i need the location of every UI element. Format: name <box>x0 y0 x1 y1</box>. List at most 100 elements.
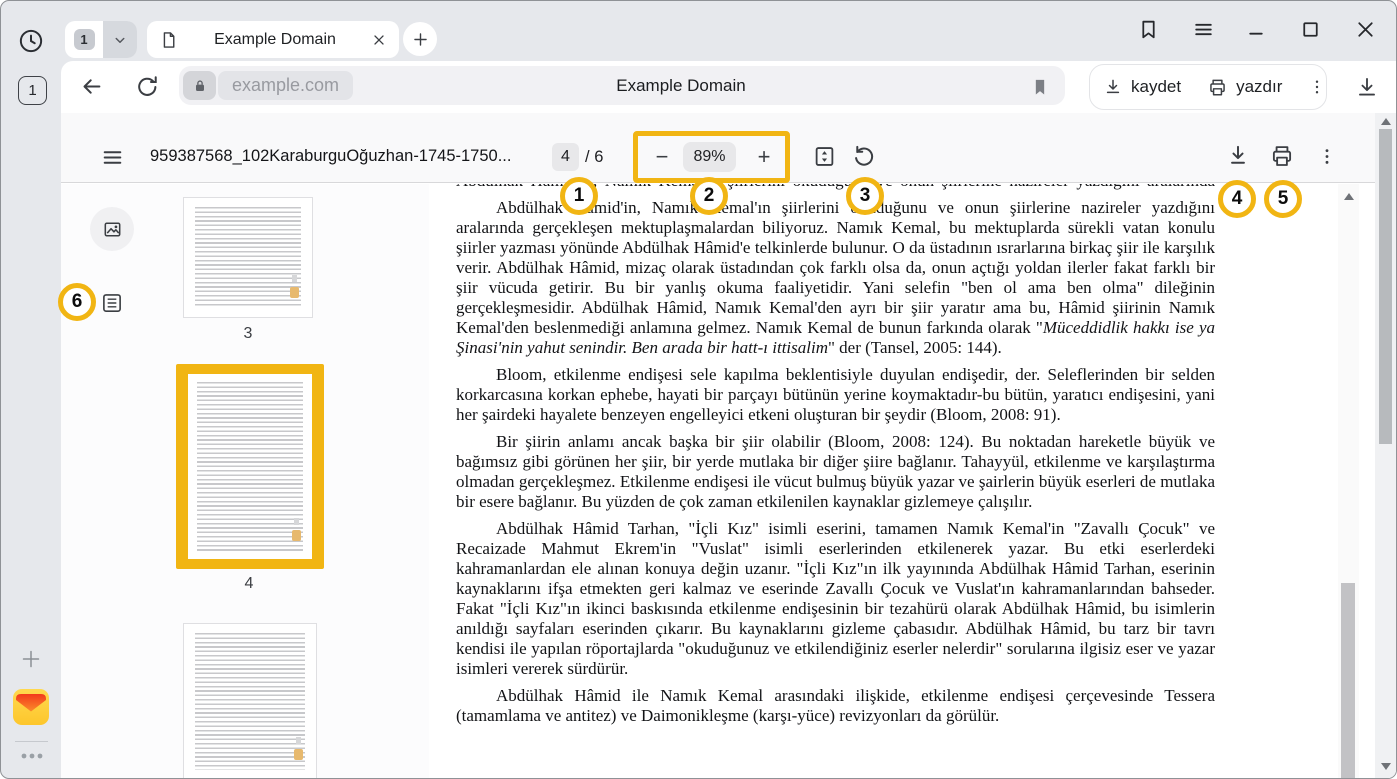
minus-icon: − <box>656 144 669 170</box>
more-actions-button[interactable] <box>1295 65 1339 109</box>
rail-divider <box>15 741 48 742</box>
picture-icon <box>101 218 124 241</box>
reload-button[interactable] <box>134 73 161 100</box>
list-icon <box>99 290 125 316</box>
hamburger-icon <box>1191 17 1217 42</box>
close-icon <box>1353 17 1379 42</box>
thumbnail-content <box>195 207 301 308</box>
annotation-badge-5: 5 <box>1264 180 1302 218</box>
thumbnail-page-5[interactable] <box>183 623 317 779</box>
page-count: / 6 <box>585 148 603 167</box>
arrow-left-icon <box>78 73 105 100</box>
reload-icon <box>134 73 161 100</box>
close-window-button[interactable] <box>1353 17 1379 43</box>
history-button[interactable] <box>17 27 45 55</box>
plus-icon <box>411 30 430 49</box>
pdf-sidebar-toggle-button[interactable] <box>100 145 125 170</box>
download-icon <box>1103 77 1123 97</box>
mail-app-button[interactable] <box>13 689 49 725</box>
thumbnail-content <box>188 374 312 559</box>
zoom-in-button[interactable]: + <box>751 144 777 170</box>
side-panels-button[interactable] <box>1136 17 1162 43</box>
bookmark-filled-icon <box>1030 77 1050 97</box>
download-icon <box>1225 142 1251 169</box>
printer-icon <box>1207 77 1228 98</box>
browser-scrollbar-thumb[interactable] <box>1379 129 1392 444</box>
downloads-button[interactable] <box>1354 74 1380 100</box>
hamburger-icon <box>100 145 125 170</box>
kebab-menu-icon <box>1308 77 1326 97</box>
outline-list-button[interactable] <box>99 290 125 316</box>
thumbnail-content <box>195 633 305 770</box>
tab-group-count[interactable]: 1 <box>65 21 103 58</box>
zoom-level[interactable]: 89% <box>683 142 736 172</box>
paragraph: Bloom, etkilenme endişesi sele kapılma b… <box>456 365 1215 425</box>
thumbnail-label-3: 3 <box>228 325 268 343</box>
annotation-badge-1: 1 <box>560 177 598 215</box>
printer-icon <box>1269 143 1295 169</box>
tab-close-icon[interactable] <box>371 32 387 48</box>
pdf-print-button[interactable] <box>1269 143 1295 169</box>
page-actions-toolbar: kaydet yazdır <box>1089 64 1327 110</box>
tab-group-pill[interactable]: 1 <box>65 21 137 58</box>
paragraph: Abdülhak Hâmid Tarhan, "İçli Kız" isimli… <box>456 519 1215 679</box>
pdf-download-button[interactable] <box>1225 142 1251 169</box>
pdf-filename: 959387568_102KaraburguOğuzhan-1745-1750.… <box>150 147 511 166</box>
pdf-scroll-up-arrow[interactable] <box>1344 193 1354 200</box>
pdf-page-content: Abdülhak Hâmid'in, Namık Kemal'ın şiirle… <box>429 184 1338 778</box>
fit-to-page-button[interactable] <box>811 143 838 170</box>
new-tab-button[interactable] <box>403 22 437 56</box>
document-icon <box>159 30 179 50</box>
paragraph: Abdülhak Hâmid'in, Namık Kemal'ın şiirle… <box>456 198 1215 358</box>
fit-page-icon <box>811 143 838 170</box>
thumbnail-label-4: 4 <box>229 575 269 593</box>
download-icon <box>1354 74 1380 100</box>
print-button[interactable]: yazdır <box>1194 65 1295 109</box>
bookmark-this-page-button[interactable] <box>1030 77 1050 97</box>
browser-menu-button[interactable] <box>1191 17 1217 43</box>
thumbnail-page-3[interactable] <box>183 197 313 318</box>
mail-app-icon <box>13 689 49 725</box>
browser-scroll-up-arrow[interactable] <box>1381 118 1391 125</box>
document-text: Abdülhak Hâmid'in, Namık Kemal'ın şiirle… <box>456 184 1215 733</box>
page-title: Example Domain <box>431 66 931 105</box>
save-button[interactable]: kaydet <box>1090 65 1194 109</box>
minimize-icon <box>1244 17 1270 42</box>
tab-group-expand-button[interactable] <box>103 21 137 58</box>
rotate-ccw-icon <box>851 143 878 170</box>
browser-tab[interactable]: Example Domain <box>147 21 399 58</box>
annotation-badge-3: 3 <box>846 177 884 215</box>
plus-icon <box>19 647 43 671</box>
sidebar-tab-counter[interactable]: 1 <box>18 76 47 105</box>
url-text[interactable]: example.com <box>218 71 353 100</box>
annotation-badge-6: 6 <box>58 283 96 321</box>
site-info-button[interactable] <box>183 71 216 100</box>
kebab-menu-icon <box>1317 144 1337 169</box>
image-view-button[interactable] <box>90 207 134 251</box>
bookmark-flag-icon <box>1136 17 1162 42</box>
pdf-more-button[interactable] <box>1317 144 1337 169</box>
ellipsis-icon <box>20 751 44 761</box>
zoom-out-button[interactable]: − <box>649 144 675 170</box>
print-label: yazdır <box>1236 77 1282 97</box>
maximize-button[interactable] <box>1298 17 1324 43</box>
thumbnail-page-4-selected[interactable] <box>176 364 324 569</box>
browser-scroll-down-arrow[interactable] <box>1381 763 1391 770</box>
rotate-button[interactable] <box>851 143 878 170</box>
browser-window: 1 Example Domain <box>0 0 1397 779</box>
tab-title: Example Domain <box>189 31 361 49</box>
clock-icon <box>17 27 45 55</box>
plus-icon: + <box>758 144 771 170</box>
chevron-down-icon <box>111 31 129 49</box>
sidebar-add-button[interactable] <box>19 647 43 671</box>
paragraph: Abdülhak Hâmid ile Namık Kemal arasındak… <box>456 686 1215 726</box>
maximize-icon <box>1298 17 1324 42</box>
current-page-input[interactable]: 4 <box>552 143 579 171</box>
lock-icon <box>192 78 208 94</box>
minimize-button[interactable] <box>1244 17 1270 43</box>
save-label: kaydet <box>1131 77 1181 97</box>
pdf-scrollbar-thumb[interactable] <box>1341 583 1355 779</box>
annotation-badge-2: 2 <box>690 177 728 215</box>
rail-more-button[interactable] <box>20 751 44 761</box>
back-button[interactable] <box>78 73 105 100</box>
